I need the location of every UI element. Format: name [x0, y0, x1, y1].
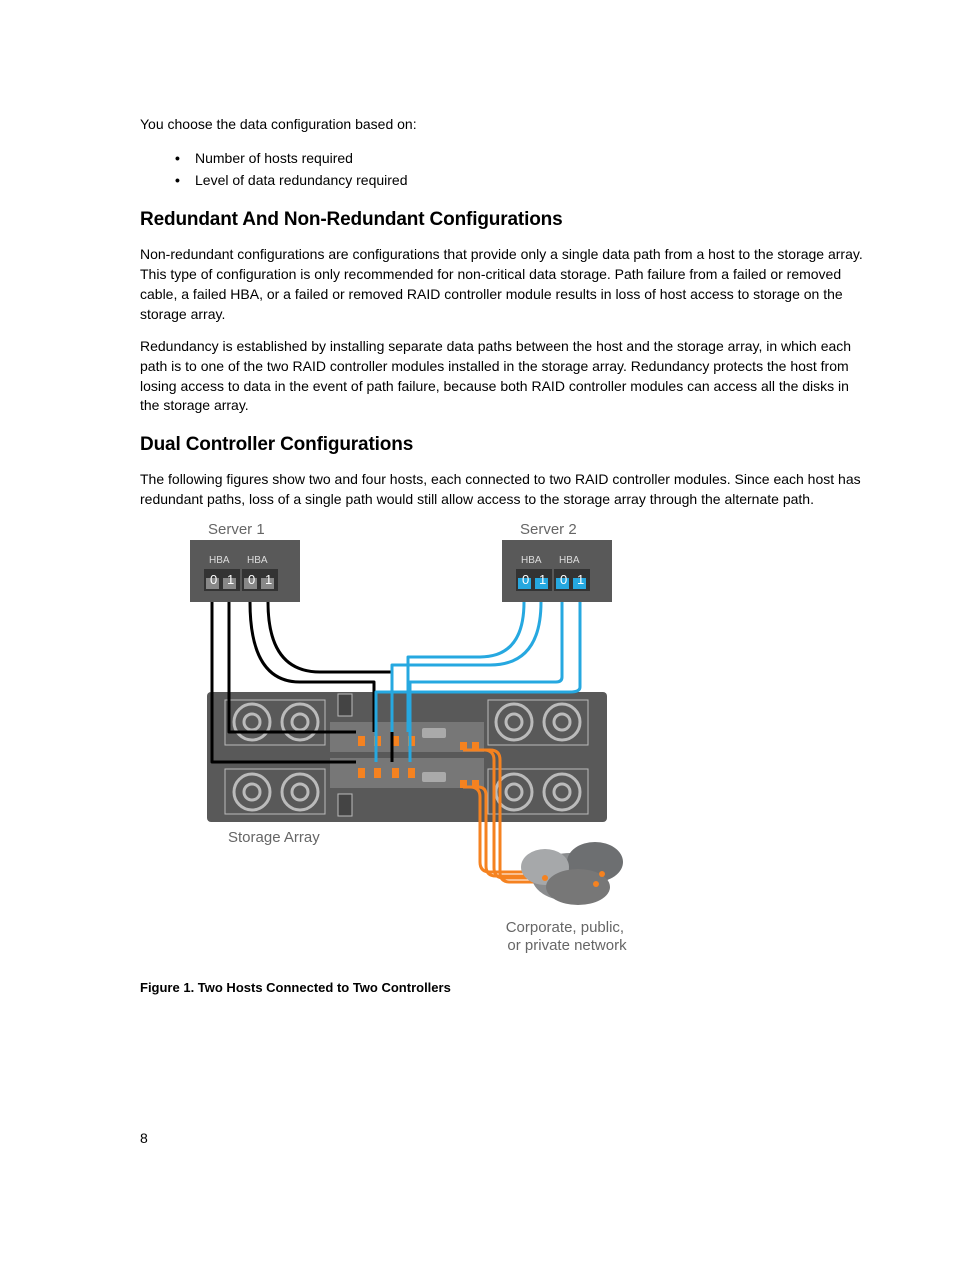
body-paragraph: The following figures show two and four … [140, 470, 864, 510]
body-paragraph: Redundancy is established by installing … [140, 337, 864, 417]
port-label: 0 [210, 572, 217, 587]
hba-label: HBA [209, 555, 230, 566]
hba-label: HBA [521, 555, 542, 566]
network-cloud-icon [521, 842, 623, 905]
list-item: Level of data redundancy required [195, 170, 864, 192]
section-heading-redundant: Redundant And Non-Redundant Configuratio… [140, 209, 864, 231]
bullet-list: Number of hosts required Level of data r… [140, 148, 864, 191]
dual-controller-diagram: Server 1 HBA HBA 0 1 0 1 Server 2 HBA HB… [140, 522, 660, 972]
port-label: 0 [560, 572, 567, 587]
hba-label: HBA [559, 555, 580, 566]
port-label: 1 [577, 572, 584, 587]
figure-caption: Figure 1. Two Hosts Connected to Two Con… [140, 980, 864, 995]
server1-label: Server 1 [208, 522, 265, 538]
storage-array-label: Storage Array [228, 829, 320, 846]
port-label: 0 [522, 572, 529, 587]
port-label: 0 [248, 572, 255, 587]
network-label: Corporate, public, or private network [506, 919, 629, 954]
figure-container: Server 1 HBA HBA 0 1 0 1 Server 2 HBA HB… [140, 522, 864, 995]
port-label: 1 [265, 572, 272, 587]
list-item: Number of hosts required [195, 148, 864, 170]
server2-label: Server 2 [520, 522, 577, 538]
hba-label: HBA [247, 555, 268, 566]
body-paragraph: Non-redundant configurations are configu… [140, 245, 864, 325]
port-label: 1 [539, 572, 546, 587]
section-heading-dual: Dual Controller Configurations [140, 434, 864, 456]
port-label: 1 [227, 572, 234, 587]
intro-text: You choose the data configuration based … [140, 115, 864, 134]
page-number: 8 [140, 1130, 148, 1146]
